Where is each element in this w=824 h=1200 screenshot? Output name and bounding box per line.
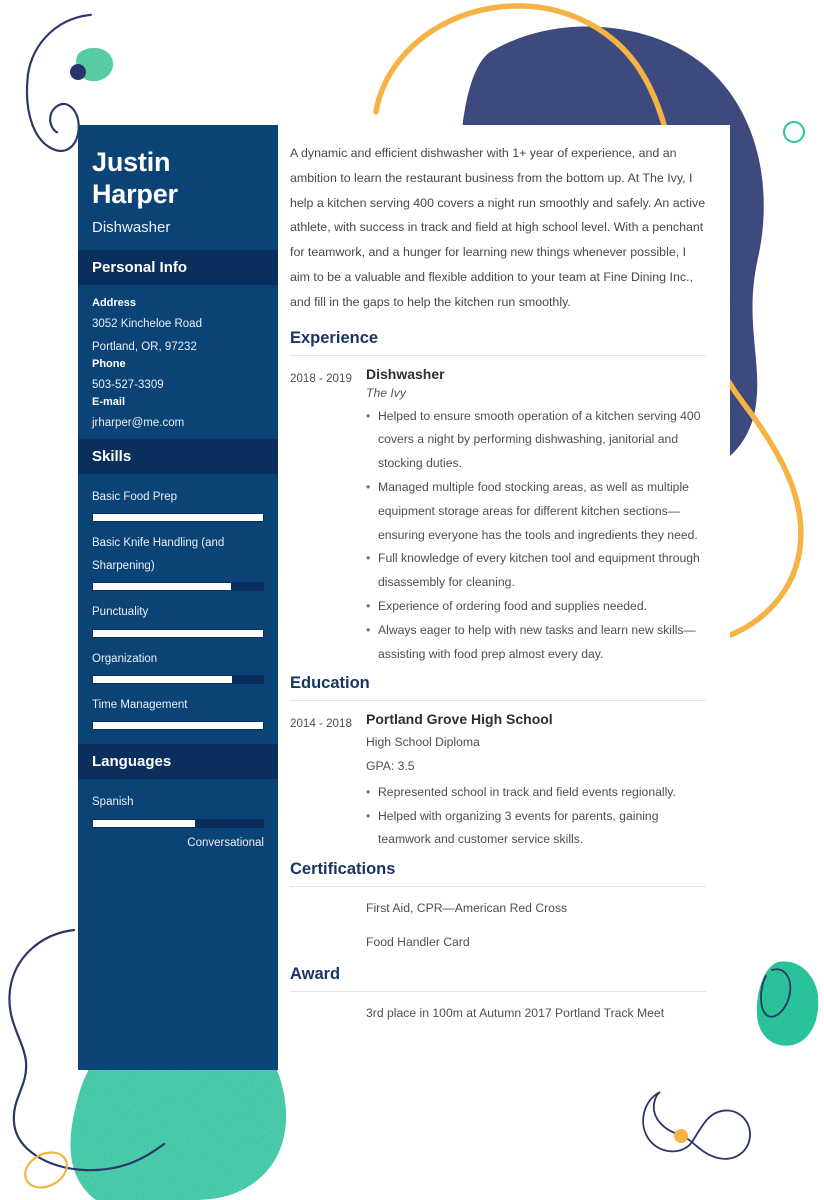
language-item: Spanish Conversational: [92, 791, 264, 849]
skill-bar-track: [92, 628, 264, 638]
first-name: Justin: [92, 147, 171, 177]
education-bullet-list: Represented school in track and field ev…: [366, 781, 706, 852]
bullet-item: Full knowledge of every kitchen tool and…: [366, 547, 706, 595]
languages-body: Spanish Conversational: [78, 779, 278, 862]
skill-item: Basic Knife Handling (and Sharpening): [92, 532, 264, 592]
personal-info-body: Address 3052 Kincheloe Road Portland, OR…: [78, 285, 278, 439]
experience-entry-org: The Ivy: [366, 385, 406, 400]
info-label-phone: Phone: [92, 358, 126, 370]
bullet-item: Experience of ordering food and supplies…: [366, 595, 706, 619]
last-name: Harper: [92, 178, 178, 209]
education-entry: 2014 - 2018 Portland Grove High School H…: [290, 711, 706, 852]
name-block: Justin Harper Dishwasher: [78, 125, 278, 250]
skill-bar-fill: [93, 722, 263, 730]
bullet-item: Helped to ensure smooth operation of a k…: [366, 405, 706, 476]
skill-bar-track: [92, 513, 264, 523]
experience-entry-date: 2018 - 2019: [290, 371, 352, 385]
sidebar: Justin Harper Dishwasher Personal Info A…: [78, 125, 278, 1070]
experience-bullet-list: Helped to ensure smooth operation of a k…: [366, 405, 706, 667]
bullet-item: Helped with organizing 3 events for pare…: [366, 805, 706, 853]
award-item: 3rd place in 100m at Autumn 2017 Portlan…: [366, 1005, 665, 1020]
certification-item: First Aid, CPR—American Red Cross: [366, 901, 568, 916]
language-label: Spanish: [92, 796, 134, 809]
job-title: Dishwasher: [92, 219, 171, 237]
info-field: Address 3052 Kincheloe Road Portland, OR…: [92, 297, 264, 358]
education-degree: High School Diploma: [366, 735, 480, 750]
education-entry-body: Portland Grove High School High School D…: [366, 711, 706, 852]
skill-bar-fill: [93, 583, 231, 591]
bottom-right-peanut-outline: [642, 1091, 751, 1160]
skill-bar-fill: [93, 675, 233, 683]
top-left-navy-dot: [70, 64, 86, 80]
skill-label: Punctuality: [92, 606, 149, 619]
info-field: Phone 503-527-3309: [92, 358, 264, 396]
info-label-address: Address: [92, 297, 137, 310]
skill-bar-track: [92, 582, 264, 592]
skills-body: Basic Food Prep Basic Knife Handling (an…: [78, 474, 278, 745]
bullet-item: Always eager to help with new tasks and …: [366, 619, 706, 667]
education-entry-date: 2014 - 2018: [290, 717, 352, 731]
experience-entry: 2018 - 2019 Dishwasher The Ivy Helped to…: [290, 366, 706, 667]
experience-entry-body: Dishwasher The Ivy Helped to ensure smoo…: [366, 366, 706, 667]
skill-label: Basic Knife Handling (and Sharpening): [92, 537, 225, 572]
skill-bar-track: [92, 674, 264, 684]
info-value-address-line2: Portland, OR, 97232: [92, 340, 197, 353]
skill-bar-track: [92, 721, 264, 731]
info-field: E-mail jrharper@me.com: [92, 396, 264, 434]
right-teal-circle-outline: [783, 121, 805, 143]
main-content: A dynamic and efficient dishwasher with …: [278, 125, 730, 1066]
bullet-item: Managed multiple food stocking areas, as…: [366, 476, 706, 547]
info-label-email: E-mail: [92, 396, 126, 409]
section-heading-education: Education: [290, 674, 706, 702]
language-bar-fill: [93, 819, 195, 827]
education-entry-title: Portland Grove High School: [366, 711, 553, 728]
education-gpa: GPA: 3.5: [366, 759, 415, 774]
language-proficiency: Conversational: [187, 836, 264, 849]
bottom-left-orange-ellipse-outline: [24, 1151, 68, 1189]
section-heading-experience: Experience: [290, 329, 706, 356]
skill-label: Basic Food Prep: [92, 490, 178, 503]
skill-bar-fill: [93, 514, 263, 522]
resume-card: Justin Harper Dishwasher Personal Info A…: [78, 125, 730, 1070]
sidebar-heading-skills: Skills: [78, 438, 278, 474]
info-value-phone[interactable]: 503-527-3309: [92, 374, 264, 396]
sidebar-heading-personal-info: Personal Info: [78, 250, 278, 286]
summary-paragraph: A dynamic and efficient dishwasher with …: [290, 146, 706, 309]
info-value-email[interactable]: jrharper@me.com: [92, 412, 264, 434]
skill-label: Time Management: [92, 698, 188, 711]
skill-item: Organization: [92, 648, 264, 684]
language-bar-track: [92, 818, 264, 828]
skill-item: Punctuality: [92, 601, 264, 638]
certification-item: Food Handler Card: [366, 934, 470, 949]
section-heading-certifications: Certifications: [290, 860, 706, 888]
experience-entry-title: Dishwasher: [366, 365, 445, 382]
info-value-address-line1: 3052 Kincheloe Road: [92, 318, 202, 331]
sidebar-heading-languages: Languages: [78, 744, 278, 780]
skill-item: Time Management: [92, 694, 264, 731]
skill-bar-fill: [93, 629, 263, 637]
skill-item: Basic Food Prep: [92, 486, 264, 523]
bullet-item: Represented school in track and field ev…: [366, 781, 706, 805]
skill-label: Organization: [92, 652, 158, 665]
section-heading-award: Award: [290, 965, 706, 992]
bottom-right-orange-dot: [674, 1129, 688, 1143]
